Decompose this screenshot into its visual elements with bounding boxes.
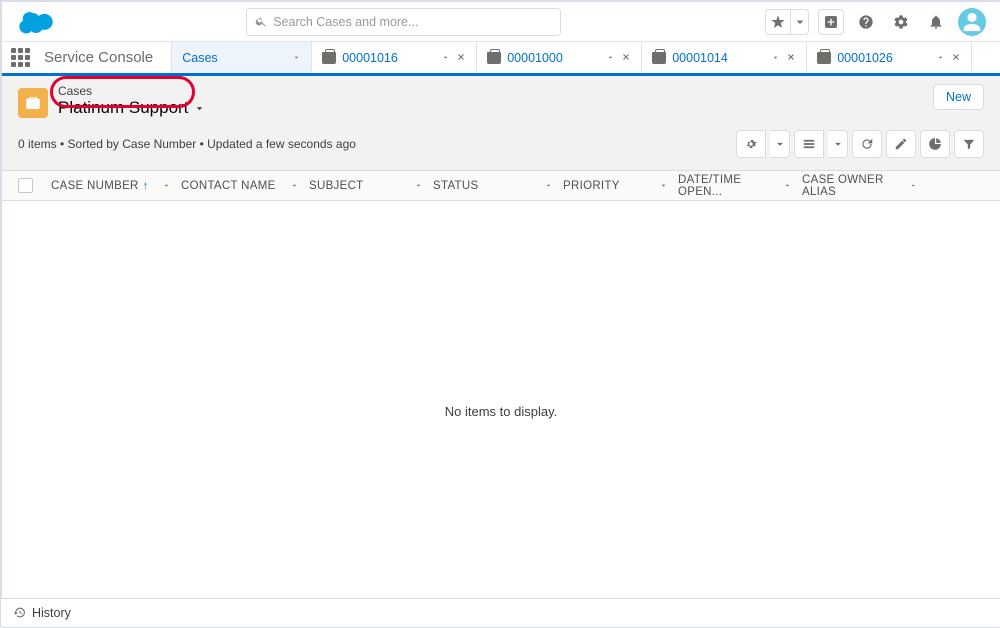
close-icon[interactable]	[621, 52, 631, 62]
col-priority[interactable]: PRIORITY	[563, 180, 620, 192]
chevron-down-icon[interactable]	[441, 53, 450, 62]
chevron-down-icon[interactable]	[936, 53, 945, 62]
favorites-button[interactable]	[765, 9, 791, 35]
chart-button[interactable]	[920, 130, 950, 158]
tab-label: 00001014	[672, 51, 728, 65]
display-as-dropdown[interactable]	[828, 130, 848, 158]
chevron-down-icon[interactable]	[292, 53, 301, 62]
global-header	[2, 2, 1000, 42]
column-menu-icon[interactable]	[909, 181, 917, 190]
column-menu-icon[interactable]	[162, 181, 171, 190]
app-launcher-icon[interactable]	[2, 42, 38, 73]
case-icon	[817, 52, 831, 64]
column-menu-icon[interactable]	[544, 181, 553, 190]
nav-tab-record-1[interactable]: 00001000	[477, 42, 642, 73]
global-search-input[interactable]	[273, 15, 552, 29]
column-menu-icon[interactable]	[414, 181, 423, 190]
case-icon	[322, 52, 336, 64]
list-view-controls	[732, 130, 984, 158]
object-breadcrumb: Cases	[58, 84, 205, 98]
col-status[interactable]: STATUS	[433, 180, 478, 192]
nav-tab-cases[interactable]: Cases	[172, 42, 312, 73]
user-avatar[interactable]	[958, 8, 986, 36]
list-view-settings-button[interactable]	[736, 130, 766, 158]
utility-history-label[interactable]: History	[32, 606, 71, 620]
nav-tab-record-3[interactable]: 00001026	[807, 42, 972, 73]
close-icon[interactable]	[786, 52, 796, 62]
close-icon[interactable]	[951, 52, 961, 62]
nav-tab-record-0[interactable]: 00001016	[312, 42, 477, 73]
close-icon[interactable]	[456, 52, 466, 62]
chevron-down-icon[interactable]	[771, 53, 780, 62]
refresh-button[interactable]	[852, 130, 882, 158]
global-search[interactable]	[246, 8, 561, 36]
list-view-name: Platinum Support	[58, 98, 188, 118]
col-contact-name[interactable]: CONTACT NAME	[181, 180, 276, 192]
chevron-down-icon[interactable]	[606, 53, 615, 62]
notifications-button[interactable]	[923, 9, 949, 35]
nav-tab-record-2[interactable]: 00001014	[642, 42, 807, 73]
list-view-header: Cases Platinum Support New 0 items • Sor…	[2, 76, 1000, 171]
tab-label: 00001000	[507, 51, 563, 65]
case-icon	[487, 52, 501, 64]
col-case-owner-alias[interactable]: CASE OWNER ALIAS	[802, 174, 909, 198]
filter-button[interactable]	[954, 130, 984, 158]
search-icon	[255, 15, 267, 28]
list-view-picker[interactable]: Platinum Support	[58, 98, 205, 118]
col-datetime-opened[interactable]: DATE/TIME OPEN...	[678, 174, 783, 198]
inline-edit-button[interactable]	[886, 130, 916, 158]
col-subject[interactable]: SUBJECT	[309, 180, 364, 192]
column-menu-icon[interactable]	[783, 181, 792, 190]
favorites-dropdown[interactable]	[791, 9, 809, 35]
select-all-checkbox[interactable]	[18, 178, 33, 193]
salesforce-logo[interactable]	[16, 8, 56, 36]
empty-state-text: No items to display.	[445, 404, 557, 419]
tab-label: 00001016	[342, 51, 398, 65]
col-case-number[interactable]: CASE NUMBER ↑	[51, 180, 148, 192]
setup-gear-button[interactable]	[888, 9, 914, 35]
app-name: Service Console	[38, 42, 172, 73]
table-body-empty: No items to display.	[2, 201, 1000, 621]
case-object-icon	[18, 88, 48, 118]
help-button[interactable]	[853, 9, 879, 35]
global-add-button[interactable]	[818, 9, 844, 35]
table-header-row: CASE NUMBER ↑ CONTACT NAME SUBJECT STATU…	[2, 171, 1000, 201]
app-nav-bar: Service Console Cases 00001016 00001000 …	[2, 42, 1000, 76]
triangle-down-icon	[194, 103, 205, 114]
history-icon	[13, 606, 26, 619]
column-menu-icon[interactable]	[659, 181, 668, 190]
sort-asc-icon: ↑	[143, 180, 149, 192]
new-button[interactable]: New	[933, 84, 984, 110]
case-icon	[652, 52, 666, 64]
display-as-button[interactable]	[794, 130, 824, 158]
tab-label: 00001026	[837, 51, 893, 65]
list-view-settings-dropdown[interactable]	[770, 130, 790, 158]
nav-tab-label: Cases	[182, 51, 217, 65]
global-header-actions	[765, 8, 986, 36]
column-menu-icon[interactable]	[290, 181, 299, 190]
list-view-meta: 0 items • Sorted by Case Number • Update…	[18, 137, 356, 151]
utility-bar: History	[1, 598, 999, 626]
